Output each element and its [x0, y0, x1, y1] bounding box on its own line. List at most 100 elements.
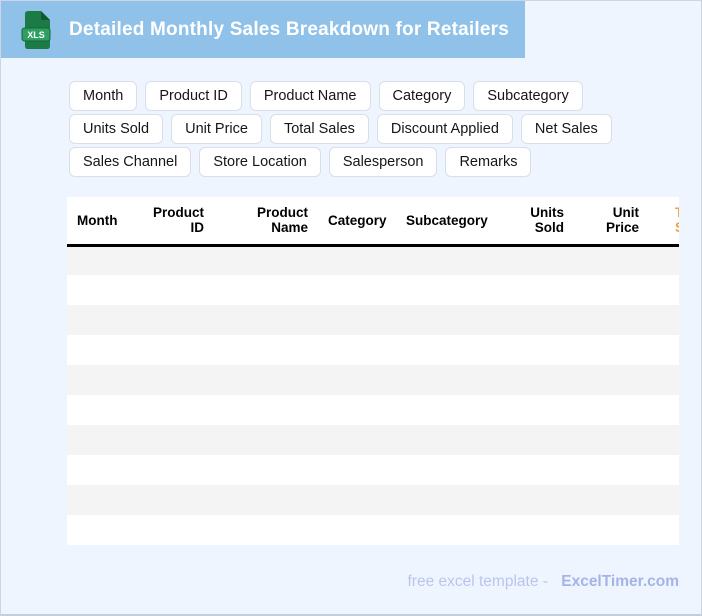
table-cell — [139, 395, 214, 425]
app-header: XLS Detailed Monthly Sales Breakdown for… — [1, 1, 525, 58]
table-cell — [649, 485, 679, 515]
table-cell — [396, 425, 496, 455]
page-title: Detailed Monthly Sales Breakdown for Ret… — [69, 18, 509, 40]
column-header-month: Month — [67, 197, 139, 247]
table-cell — [574, 245, 649, 275]
table-cell — [496, 425, 574, 455]
table-cell — [67, 335, 139, 365]
footer: free excel template - ExcelTimer.com — [1, 573, 701, 591]
chip-salesperson[interactable]: Salesperson — [328, 147, 438, 177]
table-cell — [318, 365, 396, 395]
table-cell — [574, 515, 649, 545]
table-cell — [139, 485, 214, 515]
table-cell — [318, 485, 396, 515]
table-cell — [318, 425, 396, 455]
table-cell — [318, 275, 396, 305]
table-cell — [318, 245, 396, 275]
chip-product-name[interactable]: Product Name — [249, 81, 371, 111]
table-cell — [318, 455, 396, 485]
table-cell — [649, 425, 679, 455]
table-cell — [649, 245, 679, 275]
table-cell — [496, 515, 574, 545]
table-row — [67, 365, 679, 395]
column-header-unit-price: Unit Price — [574, 197, 649, 247]
chip-sales-channel[interactable]: Sales Channel — [69, 147, 192, 177]
table-cell — [649, 305, 679, 335]
chip-discount-applied[interactable]: Discount Applied — [376, 114, 513, 144]
chip-product-id[interactable]: Product ID — [145, 81, 242, 111]
table-cell — [67, 275, 139, 305]
chip-category[interactable]: Category — [378, 81, 466, 111]
table-cell — [139, 245, 214, 275]
xls-file-icon: XLS — [21, 10, 51, 49]
column-header-product-name: Product Name — [214, 197, 318, 247]
table-cell — [649, 275, 679, 305]
table-cell — [396, 485, 496, 515]
table-row — [67, 275, 679, 305]
column-header-subcategory: Subcategory — [396, 197, 496, 247]
table-cell — [214, 425, 318, 455]
table-cell — [574, 335, 649, 365]
table-cell — [574, 365, 649, 395]
chip-unit-price[interactable]: Unit Price — [171, 114, 262, 144]
table-cell — [649, 365, 679, 395]
chip-net-sales[interactable]: Net Sales — [520, 114, 612, 144]
table-cell — [214, 335, 318, 365]
table-cell — [214, 515, 318, 545]
table-cell — [574, 485, 649, 515]
table-cell — [318, 335, 396, 365]
column-header-total-sales: Total Sales — [649, 197, 679, 247]
chip-store-location[interactable]: Store Location — [199, 147, 321, 177]
footer-caption: free excel template - — [407, 573, 548, 590]
table-row — [67, 395, 679, 425]
table-row — [67, 335, 679, 365]
table-cell — [574, 395, 649, 425]
table-cell — [318, 395, 396, 425]
table-cell — [214, 275, 318, 305]
table-cell — [214, 455, 318, 485]
table-cell — [67, 305, 139, 335]
brand-link[interactable]: ExcelTimer.com — [561, 573, 679, 590]
table-cell — [67, 365, 139, 395]
chip-month[interactable]: Month — [69, 81, 138, 111]
table-cell — [67, 245, 139, 275]
column-header-units-sold: Units Sold — [496, 197, 574, 247]
table-cell — [496, 305, 574, 335]
table-cell — [67, 395, 139, 425]
table-cell — [318, 305, 396, 335]
table-cell — [649, 335, 679, 365]
table-cell — [396, 395, 496, 425]
table-body — [67, 245, 679, 545]
table-cell — [214, 485, 318, 515]
table-cell — [496, 365, 574, 395]
table-cell — [649, 455, 679, 485]
xls-badge-label: XLS — [27, 30, 45, 40]
table-cell — [139, 335, 214, 365]
table-cell — [214, 365, 318, 395]
chip-remarks[interactable]: Remarks — [445, 147, 532, 177]
sales-table-preview: Month Product ID Product Name Category S… — [67, 197, 679, 545]
table-cell — [496, 485, 574, 515]
table-cell — [496, 395, 574, 425]
table-cell — [496, 455, 574, 485]
table-cell — [396, 365, 496, 395]
table-row — [67, 515, 679, 545]
chip-units-sold[interactable]: Units Sold — [69, 114, 164, 144]
table-cell — [396, 515, 496, 545]
column-header-category: Category — [318, 197, 396, 247]
chip-total-sales[interactable]: Total Sales — [269, 114, 369, 144]
table-cell — [139, 305, 214, 335]
table-cell — [139, 425, 214, 455]
table-row — [67, 485, 679, 515]
table-cell — [67, 485, 139, 515]
column-chip-list: Month Product ID Product Name Category S… — [69, 81, 647, 177]
table-cell — [396, 245, 496, 275]
table-cell — [396, 455, 496, 485]
table-cell — [396, 305, 496, 335]
table-row — [67, 455, 679, 485]
chip-subcategory[interactable]: Subcategory — [473, 81, 583, 111]
page: XLS Detailed Monthly Sales Breakdown for… — [0, 0, 702, 616]
table-cell — [318, 515, 396, 545]
table-cell — [67, 455, 139, 485]
sales-table: Month Product ID Product Name Category S… — [67, 197, 679, 545]
